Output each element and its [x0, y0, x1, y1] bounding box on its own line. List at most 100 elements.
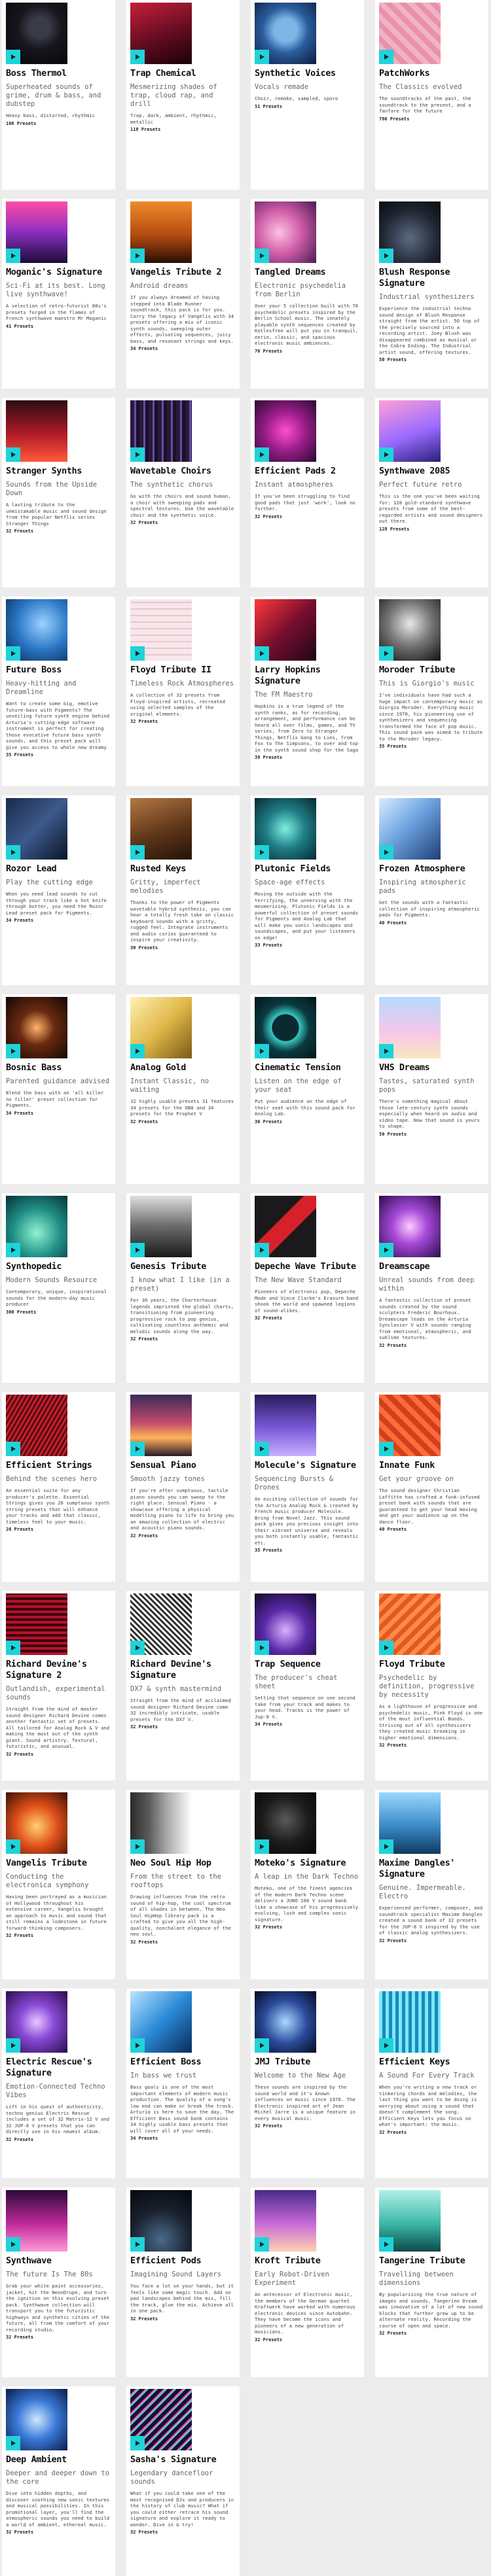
preset-pack-card[interactable]: Dreamscape Unreal sounds from deep withi…: [375, 1193, 488, 1383]
pack-title[interactable]: Moroder Tribute: [379, 665, 484, 676]
preset-pack-card[interactable]: Plutonic Fields Space-age effects Moving…: [251, 795, 364, 985]
play-icon[interactable]: [379, 2237, 393, 2252]
preset-pack-card[interactable]: Synthetic Voices Vocals remade Choir, re…: [251, 0, 364, 190]
pack-thumbnail[interactable]: [130, 1593, 192, 1655]
pack-thumbnail[interactable]: [255, 3, 316, 64]
preset-pack-card[interactable]: Rozor Lead Play the cutting edge When yo…: [2, 795, 115, 985]
pack-title[interactable]: Electric Rescue's Signature: [6, 2057, 111, 2079]
pack-title[interactable]: PatchWorks: [379, 68, 484, 79]
preset-pack-card[interactable]: Richard Devine's Signature DX7 & synth m…: [126, 1591, 240, 1781]
pack-thumbnail[interactable]: [255, 201, 316, 263]
pack-title[interactable]: Neo Soul Hip Hop: [130, 1858, 236, 1869]
pack-title[interactable]: Blush Response Signature: [379, 267, 484, 289]
pack-thumbnail[interactable]: [130, 3, 192, 64]
preset-pack-card[interactable]: Efficient Pods Imagining Sound Layers Yo…: [126, 2187, 240, 2377]
play-icon[interactable]: [6, 2038, 20, 2053]
pack-title[interactable]: Larry Hopkins Signature: [255, 665, 360, 687]
preset-pack-card[interactable]: Richard Devine's Signature 2 Outlandish,…: [2, 1591, 115, 1781]
play-icon[interactable]: [130, 50, 145, 64]
play-icon[interactable]: [130, 1442, 145, 1456]
play-icon[interactable]: [130, 2436, 145, 2450]
pack-title[interactable]: Stranger Synths: [6, 466, 111, 477]
preset-pack-card[interactable]: Efficient Strings Behind the scenes hero…: [2, 1392, 115, 1582]
play-icon[interactable]: [379, 1641, 393, 1655]
pack-thumbnail[interactable]: [130, 400, 192, 462]
pack-thumbnail[interactable]: [6, 1991, 67, 2053]
preset-pack-card[interactable]: JMJ Tribute Welcome to the New Age These…: [251, 1989, 364, 2178]
preset-pack-card[interactable]: Moganic's Signature Sci-Fi at its best. …: [2, 199, 115, 389]
preset-pack-card[interactable]: Bosnic Bass Parented guidance advised Bl…: [2, 994, 115, 1184]
pack-title[interactable]: Tangerine Tribute: [379, 2255, 484, 2267]
pack-thumbnail[interactable]: [6, 400, 67, 462]
pack-thumbnail[interactable]: [255, 997, 316, 1058]
pack-title[interactable]: Future Boss: [6, 665, 111, 676]
play-icon[interactable]: [379, 50, 393, 64]
pack-thumbnail[interactable]: [130, 1395, 192, 1456]
pack-title[interactable]: Frozen Atmosphere: [379, 863, 484, 875]
preset-pack-card[interactable]: Analog Gold Instant Classic, no waiting …: [126, 994, 240, 1184]
pack-title[interactable]: Tangled Dreams: [255, 267, 360, 278]
play-icon[interactable]: [130, 1641, 145, 1655]
play-icon[interactable]: [379, 249, 393, 263]
pack-title[interactable]: Dreamscape: [379, 1261, 484, 1272]
play-icon[interactable]: [6, 1442, 20, 1456]
play-icon[interactable]: [6, 2436, 20, 2450]
pack-title[interactable]: Efficient Strings: [6, 1460, 111, 1471]
preset-pack-card[interactable]: Sensual Piano Smooth jazzy tones If you'…: [126, 1392, 240, 1582]
play-icon[interactable]: [6, 646, 20, 661]
play-icon[interactable]: [6, 1641, 20, 1655]
play-icon[interactable]: [255, 447, 269, 462]
play-icon[interactable]: [130, 2038, 145, 2053]
pack-title[interactable]: Floyd Tribute II: [130, 665, 236, 676]
pack-title[interactable]: Sasha's Signature: [130, 2454, 236, 2465]
preset-pack-card[interactable]: Trap Sequence The producer's cheat sheet…: [251, 1591, 364, 1781]
pack-thumbnail[interactable]: [255, 1991, 316, 2053]
play-icon[interactable]: [130, 1839, 145, 1854]
pack-thumbnail[interactable]: [6, 1593, 67, 1655]
pack-thumbnail[interactable]: [255, 1196, 316, 1257]
pack-title[interactable]: Rusted Keys: [130, 863, 236, 875]
pack-title[interactable]: Cinematic Tension: [255, 1062, 360, 1073]
pack-title[interactable]: Efficient Pods: [130, 2255, 236, 2267]
pack-thumbnail[interactable]: [130, 201, 192, 263]
preset-pack-card[interactable]: Maxime Dangles' Signature Genuine. Imper…: [375, 1790, 488, 1979]
pack-title[interactable]: Synthopedic: [6, 1261, 111, 1272]
preset-pack-card[interactable]: Rusted Keys Gritty, imperfect melodies T…: [126, 795, 240, 985]
preset-pack-card[interactable]: Synthwave The future Is The 80s Grab you…: [2, 2187, 115, 2377]
pack-title[interactable]: Floyd Tribute: [379, 1659, 484, 1670]
preset-pack-card[interactable]: Vangelis Tribute Conducting the electron…: [2, 1790, 115, 1979]
preset-pack-card[interactable]: Cinematic Tension Listen on the edge of …: [251, 994, 364, 1184]
pack-thumbnail[interactable]: [130, 798, 192, 860]
pack-title[interactable]: Rozor Lead: [6, 863, 111, 875]
play-icon[interactable]: [130, 2237, 145, 2252]
pack-title[interactable]: Genesis Tribute: [130, 1261, 236, 1272]
pack-title[interactable]: Synthwave: [6, 2255, 111, 2267]
play-icon[interactable]: [255, 646, 269, 661]
preset-pack-card[interactable]: Tangled Dreams Electronic psychedelia fr…: [251, 199, 364, 389]
play-icon[interactable]: [379, 1442, 393, 1456]
play-icon[interactable]: [255, 2038, 269, 2053]
play-icon[interactable]: [130, 646, 145, 661]
pack-title[interactable]: Vangelis Tribute 2: [130, 267, 236, 278]
pack-title[interactable]: Innate Funk: [379, 1460, 484, 1471]
play-icon[interactable]: [255, 1839, 269, 1854]
pack-title[interactable]: Synthwave 2085: [379, 466, 484, 477]
preset-pack-card[interactable]: Future Boss Heavy-hitting and Dreamline …: [2, 597, 115, 786]
pack-title[interactable]: Richard Devine's Signature 2: [6, 1659, 111, 1681]
preset-pack-card[interactable]: Stranger Synths Sounds from the Upside D…: [2, 398, 115, 587]
preset-pack-card[interactable]: VHS Dreams Tastes, saturated synth pops …: [375, 994, 488, 1184]
pack-title[interactable]: VHS Dreams: [379, 1062, 484, 1073]
preset-pack-card[interactable]: Vangelis Tribute 2 Android dreams If you…: [126, 199, 240, 389]
play-icon[interactable]: [6, 249, 20, 263]
pack-thumbnail[interactable]: [379, 997, 441, 1058]
pack-title[interactable]: Depeche Wave Tribute: [255, 1261, 360, 1272]
pack-title[interactable]: Kroft Tribute: [255, 2255, 360, 2267]
pack-thumbnail[interactable]: [255, 1792, 316, 1854]
preset-pack-card[interactable]: Boss Thermol Superheated sounds of grime…: [2, 0, 115, 190]
play-icon[interactable]: [6, 1044, 20, 1058]
pack-title[interactable]: Efficient Pads 2: [255, 466, 360, 477]
pack-thumbnail[interactable]: [255, 1395, 316, 1456]
pack-thumbnail[interactable]: [255, 400, 316, 462]
pack-title[interactable]: Richard Devine's Signature: [130, 1659, 236, 1681]
pack-thumbnail[interactable]: [255, 2190, 316, 2252]
